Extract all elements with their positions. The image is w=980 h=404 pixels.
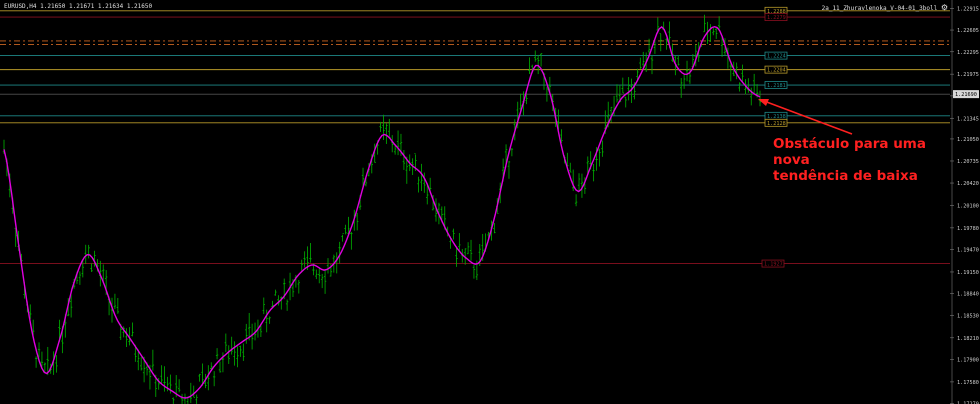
- y-tick-label: 1.22295: [957, 50, 979, 56]
- y-tick-label: 1.21975: [957, 72, 979, 78]
- price-chart: 1.229151.226051.222951.219751.216651.213…: [0, 0, 980, 404]
- y-tick-label: 1.18840: [957, 292, 979, 298]
- y-tick-label: 1.17900: [957, 357, 979, 363]
- annotation-line-2: tendência de baixa: [773, 168, 918, 184]
- y-tick-label: 1.22605: [957, 28, 979, 34]
- annotation: Obstáculo para uma nova tendência de bai…: [773, 136, 963, 184]
- level-tag-label: 1.2138: [767, 114, 786, 120]
- y-tick-label: 1.19150: [957, 270, 979, 276]
- y-tick-label: 1.18530: [957, 313, 979, 319]
- y-tick-label: 1.18210: [957, 336, 979, 342]
- indicator-info: 2a_11_Zhuravlenoka_V-04-01_3boll ⚙: [822, 3, 948, 12]
- symbol-quote: EURUSD,H4 1.21650 1.21671 1.21634 1.2165…: [4, 3, 153, 10]
- symbol-info: EURUSD,H4 1.21650 1.21671 1.21634 1.2165…: [4, 3, 152, 10]
- level-tag-label: 1.2279: [767, 15, 786, 21]
- y-tick-label: 1.22915: [957, 6, 979, 12]
- annotation-line-1: Obstáculo para uma nova: [773, 136, 926, 168]
- y-tick-label: 1.21345: [957, 116, 979, 122]
- current-price-label: 1.21690: [955, 92, 977, 98]
- y-tick-label: 1.17580: [957, 380, 979, 386]
- y-tick-label: 1.19780: [957, 226, 979, 232]
- level-tag-label: 1.2181: [767, 83, 786, 89]
- y-tick-label: 1.19470: [957, 248, 979, 254]
- gear-icon[interactable]: ⚙: [941, 3, 948, 12]
- indicator-name: 2a_11_Zhuravlenoka_V-04-01_3boll: [821, 5, 938, 12]
- level-tag-label: 1.1927: [764, 262, 783, 268]
- level-tag-label: 1.2224: [767, 54, 786, 60]
- y-tick-label: 1.20100: [957, 203, 979, 209]
- level-tag-label: 1.2128: [767, 121, 786, 127]
- level-tag-label: 1.2204: [767, 68, 786, 74]
